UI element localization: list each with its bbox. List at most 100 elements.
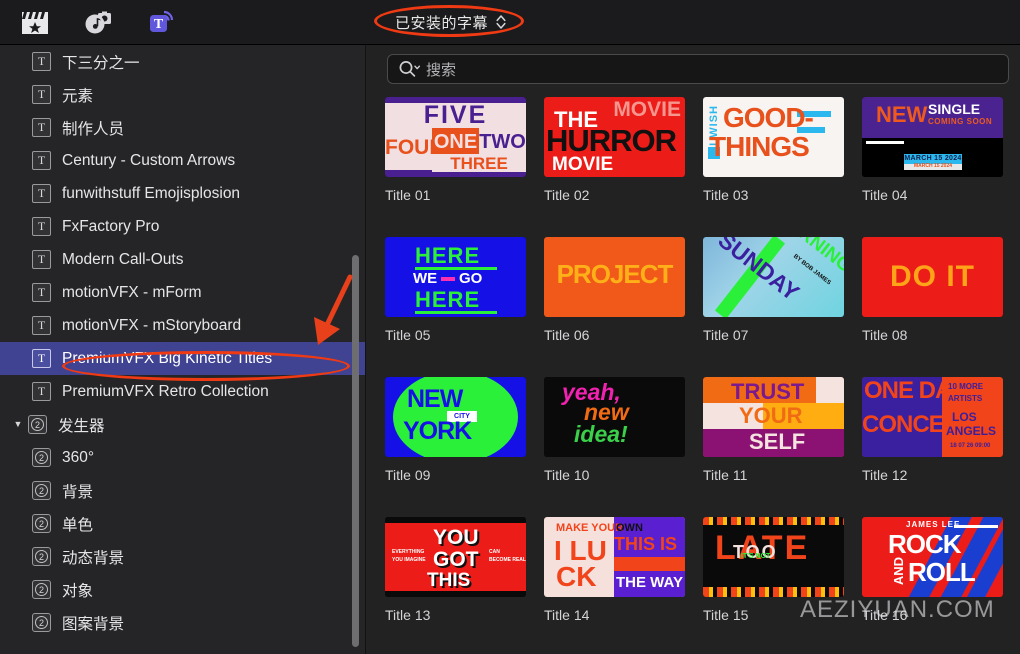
sidebar-item-3[interactable]: T Century - Custom Arrows bbox=[0, 144, 365, 177]
title-icon: T bbox=[32, 217, 51, 236]
browser-pane: 搜索 FIVE FOUR ONE TWO THREE Title 01 MOVIE… bbox=[367, 45, 1020, 654]
sidebar-item-label: 图案背景 bbox=[62, 615, 125, 633]
svg-text:T: T bbox=[154, 17, 164, 32]
title-grid-item[interactable]: YOU GOT THIS EVERYTHING YOU IMAGINE CAN BE… bbox=[385, 517, 544, 654]
sidebar-item-label: 下三分之一 bbox=[62, 54, 140, 72]
title-thumbnail-label: Title 16 bbox=[862, 607, 908, 623]
installed-titles-dropdown[interactable]: 已安装的字幕 bbox=[383, 8, 514, 36]
title-thumbnail-project[interactable]: PROJECT bbox=[544, 237, 685, 317]
generator-icon: 2 bbox=[32, 580, 51, 599]
title-thumbnail-trust-your-self[interactable]: TRUST YOUR SELF bbox=[703, 377, 844, 457]
title-grid-item[interactable]: JAMES LEE ROCK AND ROLL Title 16 bbox=[862, 517, 1020, 654]
sidebar-item-label: motionVFX - mStoryboard bbox=[62, 316, 242, 334]
title-thumbnail-rock-and-roll[interactable]: JAMES LEE ROCK AND ROLL bbox=[862, 517, 1003, 597]
sidebar-item-15[interactable]: 2 动态背景 bbox=[0, 540, 365, 573]
title-grid-item[interactable]: MOVIE THE HURROR MOVIE Title 02 bbox=[544, 97, 703, 237]
sidebar-item-label: 发生器 bbox=[58, 417, 105, 435]
title-thumbnail-make-your-own-luck[interactable]: MAKE YOUR OWN I LU CK THIS IS THE WAY bbox=[544, 517, 685, 597]
sidebar-item-14[interactable]: 2 单色 bbox=[0, 507, 365, 540]
title-grid-item[interactable]: SUNDAY MORNING BY BOB JAMES Title 07 bbox=[703, 237, 862, 377]
sidebar-item-label: 动态背景 bbox=[62, 549, 125, 567]
title-grid-item[interactable]: NEW CITY YORK Title 09 bbox=[385, 377, 544, 517]
sidebar-item-2[interactable]: T 制作人员 bbox=[0, 111, 365, 144]
title-grid-item[interactable]: FIVE FOUR ONE TWO THREE Title 01 bbox=[385, 97, 544, 237]
title-icon: T bbox=[32, 283, 51, 302]
sidebar-item-0[interactable]: T 下三分之一 bbox=[0, 45, 365, 78]
title-thumbnail-new-single-coming-soon[interactable]: NEW SINGLE COMING SOON MARCH 15 2024 MAR… bbox=[862, 97, 1003, 177]
audio-photos-icon[interactable] bbox=[82, 7, 116, 39]
dropdown-value: 已安装的字幕 bbox=[395, 14, 489, 32]
sidebar-item-6[interactable]: T Modern Call-Outs bbox=[0, 243, 365, 276]
title-thumbnail-label: Title 01 bbox=[385, 187, 431, 203]
video-clapperboard-icon[interactable] bbox=[18, 7, 52, 39]
title-thumbnail-one-day-concert[interactable]: ONE DAY CONCERT 10 MORE ARTISTS LOS ANGE… bbox=[862, 377, 1003, 457]
sidebar-item-10[interactable]: T PremiumVFX Retro Collection bbox=[0, 375, 365, 408]
sidebar-item-13[interactable]: 2 背景 bbox=[0, 474, 365, 507]
title-grid-item[interactable]: NEW SINGLE COMING SOON MARCH 15 2024 MAR… bbox=[862, 97, 1020, 237]
title-grid-item[interactable]: MAKE YOUR OWN I LU CK THIS IS THE WAY Tit… bbox=[544, 517, 703, 654]
title-grid-item[interactable]: LATE TOO IT'S NOT Title 15 bbox=[703, 517, 862, 654]
sidebar-item-9[interactable]: T PremiumVFX Big Kinetic Titles bbox=[0, 342, 365, 375]
sidebar-item-11[interactable]: ▼ 2 发生器 bbox=[0, 408, 365, 441]
sidebar-item-label: 单色 bbox=[62, 516, 94, 534]
title-icon: T bbox=[32, 151, 51, 170]
title-thumbnail-label: Title 15 bbox=[703, 607, 749, 623]
title-thumbnail-five-four-one-two-three[interactable]: FIVE FOUR ONE TWO THREE bbox=[385, 97, 526, 177]
title-icon: T bbox=[32, 184, 51, 203]
sidebar-item-1[interactable]: T 元素 bbox=[0, 78, 365, 111]
search-icon bbox=[398, 59, 421, 79]
title-grid-item[interactable]: ONE DAY CONCERT 10 MORE ARTISTS LOS ANGE… bbox=[862, 377, 1020, 517]
toolbar-icon-group: T bbox=[10, 0, 180, 45]
title-thumbnail-do-it[interactable]: DO IT bbox=[862, 237, 1003, 317]
title-thumbnail-label: Title 09 bbox=[385, 467, 431, 483]
title-thumbnail-late[interactable]: LATE TOO IT'S NOT bbox=[703, 517, 844, 597]
title-grid-item[interactable]: yeah, new idea! Title 10 bbox=[544, 377, 703, 517]
sidebar-list: T 下三分之一 T 元素 T 制作人员 T Century - Custom Arrows Tf… bbox=[0, 45, 365, 639]
disclosure-triangle-icon[interactable]: ▼ bbox=[10, 420, 26, 429]
sidebar-item-label: motionVFX - mForm bbox=[62, 283, 202, 301]
sidebar-item-12[interactable]: 2 360° bbox=[0, 441, 365, 474]
title-icon: T bbox=[32, 85, 51, 104]
title-thumbnail-you-got-this[interactable]: YOU GOT THIS EVERYTHING YOU IMAGINE CAN BE… bbox=[385, 517, 526, 597]
sidebar-item-7[interactable]: TmotionVFX - mForm bbox=[0, 276, 365, 309]
title-grid-item[interactable]: TRUST YOUR SELF Title 11 bbox=[703, 377, 862, 517]
title-thumbnail-i-wish-good-things[interactable]: I WISH GOOD- THINGS bbox=[703, 97, 844, 177]
sidebar-item-17[interactable]: 2 图案背景 bbox=[0, 606, 365, 639]
title-grid-item[interactable]: PROJECT Title 06 bbox=[544, 237, 703, 377]
app-window: T 已安装的字幕 T 下三分之一 T 元素 T 制作人员 T Century - Custom… bbox=[0, 0, 1020, 654]
title-icon: T bbox=[32, 316, 51, 335]
title-thumbnail-label: Title 11 bbox=[703, 467, 748, 483]
title-icon: T bbox=[32, 250, 51, 269]
title-thumbnail-sunday-morning[interactable]: SUNDAY MORNING BY BOB JAMES bbox=[703, 237, 844, 317]
title-grid-item[interactable]: I WISH GOOD- THINGS Title 03 bbox=[703, 97, 862, 237]
title-icon: T bbox=[32, 382, 51, 401]
sidebar-item-label: Century - Custom Arrows bbox=[62, 151, 236, 169]
title-thumbnail-label: Title 04 bbox=[862, 187, 908, 203]
title-thumbnail-label: Title 10 bbox=[544, 467, 590, 483]
title-thumbnail-here-we-go-here[interactable]: HERE WE GO HERE bbox=[385, 237, 526, 317]
titles-generators-icon[interactable]: T bbox=[146, 7, 180, 39]
title-grid-item[interactable]: DO IT Title 08 bbox=[862, 237, 1020, 377]
title-thumbnail-label: Title 07 bbox=[703, 327, 749, 343]
sidebar-item-label: PremiumVFX Big Kinetic Titles bbox=[62, 349, 273, 367]
library-sidebar[interactable]: T 下三分之一 T 元素 T 制作人员 T Century - Custom Arrows Tf… bbox=[0, 45, 366, 654]
search-field[interactable]: 搜索 bbox=[387, 54, 1009, 84]
generator-icon: 2 bbox=[28, 415, 47, 434]
title-thumbnail-label: Title 14 bbox=[544, 607, 590, 623]
sidebar-item-label: 对象 bbox=[62, 582, 94, 600]
sidebar-scrollbar[interactable] bbox=[352, 255, 359, 647]
title-thumbnail-new-york-city[interactable]: NEW CITY YORK bbox=[385, 377, 526, 457]
title-thumbnail-label: Title 13 bbox=[385, 607, 431, 623]
sidebar-item-label: FxFactory Pro bbox=[62, 217, 160, 235]
title-thumbnail-the-horror-movie[interactable]: MOVIE THE HURROR MOVIE bbox=[544, 97, 685, 177]
sidebar-item-16[interactable]: 2 对象 bbox=[0, 573, 365, 606]
sidebar-item-label: funwithstuff Emojisplosion bbox=[62, 184, 241, 202]
title-thumbnail-label: Title 06 bbox=[544, 327, 590, 343]
sidebar-item-4[interactable]: Tfunwithstuff Emojisplosion bbox=[0, 177, 365, 210]
title-thumbnail-yeah-new-idea[interactable]: yeah, new idea! bbox=[544, 377, 685, 457]
sidebar-item-8[interactable]: TmotionVFX - mStoryboard bbox=[0, 309, 365, 342]
sidebar-item-5[interactable]: T FxFactory Pro bbox=[0, 210, 365, 243]
title-thumbnail-label: Title 08 bbox=[862, 327, 908, 343]
title-grid-item[interactable]: HERE WE GO HERE Title 05 bbox=[385, 237, 544, 377]
title-thumbnail-grid: FIVE FOUR ONE TWO THREE Title 01 MOVIE TH… bbox=[367, 97, 1020, 654]
